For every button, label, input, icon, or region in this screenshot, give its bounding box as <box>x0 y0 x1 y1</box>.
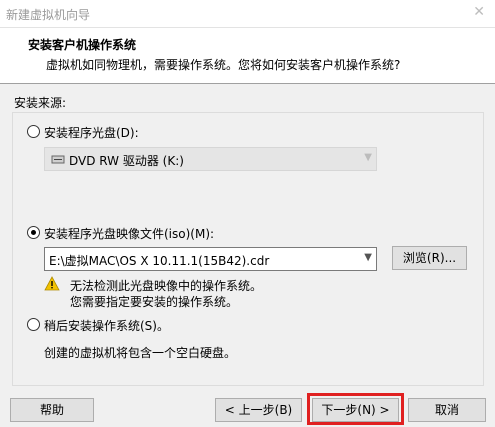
warning-line2: 您需要指定要安装的操作系统。 <box>70 295 239 309</box>
disc-radio[interactable] <box>27 125 40 138</box>
later-label[interactable]: 稍后安装操作系统(S)。 <box>44 317 169 334</box>
iso-radio[interactable] <box>27 226 40 239</box>
back-button[interactable]: < 上一步(B) <box>215 398 302 422</box>
wizard-header: 安装客户机操作系统 虚拟机如同物理机，需要操作系统。您将如何安装客户机操作系统? <box>0 28 495 84</box>
later-radio[interactable] <box>27 318 40 331</box>
disc-drive-icon <box>51 155 65 164</box>
chevron-down-icon: ▼ <box>364 152 372 163</box>
title-bar: 新建虚拟机向导 ✕ <box>0 0 495 28</box>
window-title: 新建虚拟机向导 <box>6 8 91 22</box>
drive-select-value: DVD RW 驱动器 (K:) <box>69 154 184 168</box>
drive-select: DVD RW 驱动器 (K:) ▼ <box>44 147 377 171</box>
warning-line1: 无法检测此光盘映像中的操作系统。 <box>70 279 263 293</box>
chevron-down-icon[interactable]: ▼ <box>364 252 372 263</box>
later-description: 创建的虚拟机将包含一个空白硬盘。 <box>44 346 237 360</box>
header-title: 安装客户机操作系统 <box>28 38 137 52</box>
close-icon[interactable]: ✕ <box>473 4 485 20</box>
help-button[interactable]: 帮助 <box>10 398 94 422</box>
header-description: 虚拟机如同物理机，需要操作系统。您将如何安装客户机操作系统? <box>46 58 401 72</box>
iso-path-combobox[interactable]: E:\虚拟MAC\OS X 10.11.1(15B42).cdr ▼ <box>44 247 377 271</box>
disc-label[interactable]: 安装程序光盘(D): <box>44 124 139 141</box>
iso-path-value[interactable]: E:\虚拟MAC\OS X 10.11.1(15B42).cdr <box>49 252 269 269</box>
source-label: 安装来源: <box>14 96 67 110</box>
iso-label[interactable]: 安装程序光盘映像文件(iso)(M): <box>44 225 214 242</box>
browse-button[interactable]: 浏览(R)... <box>392 246 467 270</box>
next-button-highlight <box>307 393 404 425</box>
cancel-button[interactable]: 取消 <box>408 398 486 422</box>
warning-icon <box>44 276 60 291</box>
